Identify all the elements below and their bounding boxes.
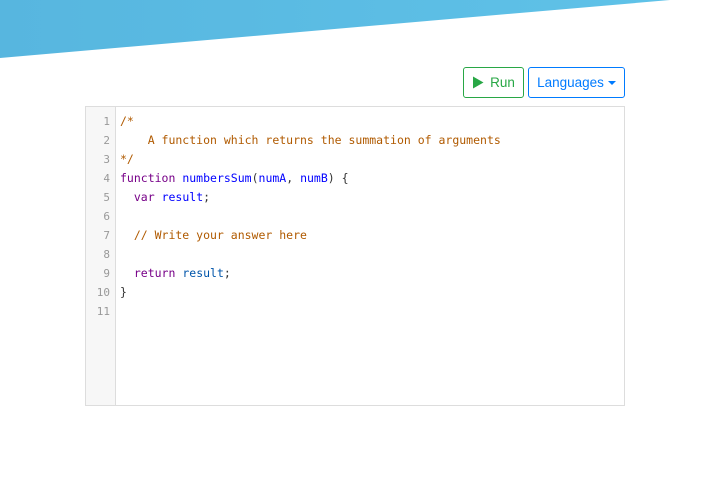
code-token: result [161, 190, 204, 204]
code-token: ; [223, 266, 231, 280]
code-line[interactable]: var result; [120, 188, 624, 207]
code-token: return [133, 266, 176, 280]
line-number: 3 [103, 153, 110, 166]
line-number: 5 [103, 191, 110, 204]
line-number: 9 [103, 267, 110, 280]
code-token: */ [120, 152, 134, 166]
code-token: // Write your answer here [120, 228, 307, 242]
code-token: numA [258, 171, 287, 185]
line-number: 6 [103, 210, 110, 223]
code-token: , [286, 171, 301, 185]
code-token: function [120, 171, 176, 185]
code-line[interactable] [120, 245, 624, 264]
code-token: ; [203, 190, 211, 204]
code-line[interactable]: /* [120, 112, 624, 131]
code-line[interactable]: } [120, 283, 624, 302]
line-number: 7 [103, 229, 110, 242]
line-number: 4 [103, 172, 110, 185]
header-banner [0, 0, 670, 58]
line-number: 8 [103, 248, 110, 261]
line-number: 2 [103, 134, 110, 147]
code-token: var [133, 190, 155, 204]
code-token: A function which returns the summation o… [120, 133, 501, 147]
languages-dropdown-button[interactable]: Languages [528, 67, 625, 98]
code-editor[interactable]: 1 2 3 4 5 6 7 8 9 10 11 /* A function which return… [85, 106, 625, 406]
caret-down-icon [607, 81, 616, 85]
run-label: Run [490, 75, 515, 90]
play-icon [473, 76, 484, 89]
languages-label: Languages [537, 75, 604, 90]
code-line[interactable]: function numbersSum(numA, numB) { [120, 169, 624, 188]
code-token: numbersSum [182, 171, 252, 185]
code-token: ( [251, 171, 259, 185]
code-token: } [120, 285, 127, 299]
editor-toolbar: Run Languages [463, 67, 625, 98]
line-number-gutter: 1 2 3 4 5 6 7 8 9 10 11 [86, 107, 116, 405]
code-area[interactable]: /* A function which returns the summatio… [116, 107, 624, 405]
code-line[interactable]: // Write your answer here [120, 226, 624, 245]
code-line[interactable]: return result; [120, 264, 624, 283]
line-number: 10 [96, 286, 110, 299]
code-token: result [182, 266, 224, 280]
code-line[interactable] [120, 302, 624, 321]
code-token: numB [300, 171, 328, 185]
code-line[interactable]: */ [120, 150, 624, 169]
code-token: /* [120, 114, 134, 128]
line-number: 1 [103, 115, 110, 128]
code-line[interactable]: A function which returns the summation o… [120, 131, 624, 150]
code-line[interactable] [120, 207, 624, 226]
run-button[interactable]: Run [463, 67, 524, 98]
code-token: ) { [327, 171, 349, 185]
line-number: 11 [96, 305, 110, 318]
